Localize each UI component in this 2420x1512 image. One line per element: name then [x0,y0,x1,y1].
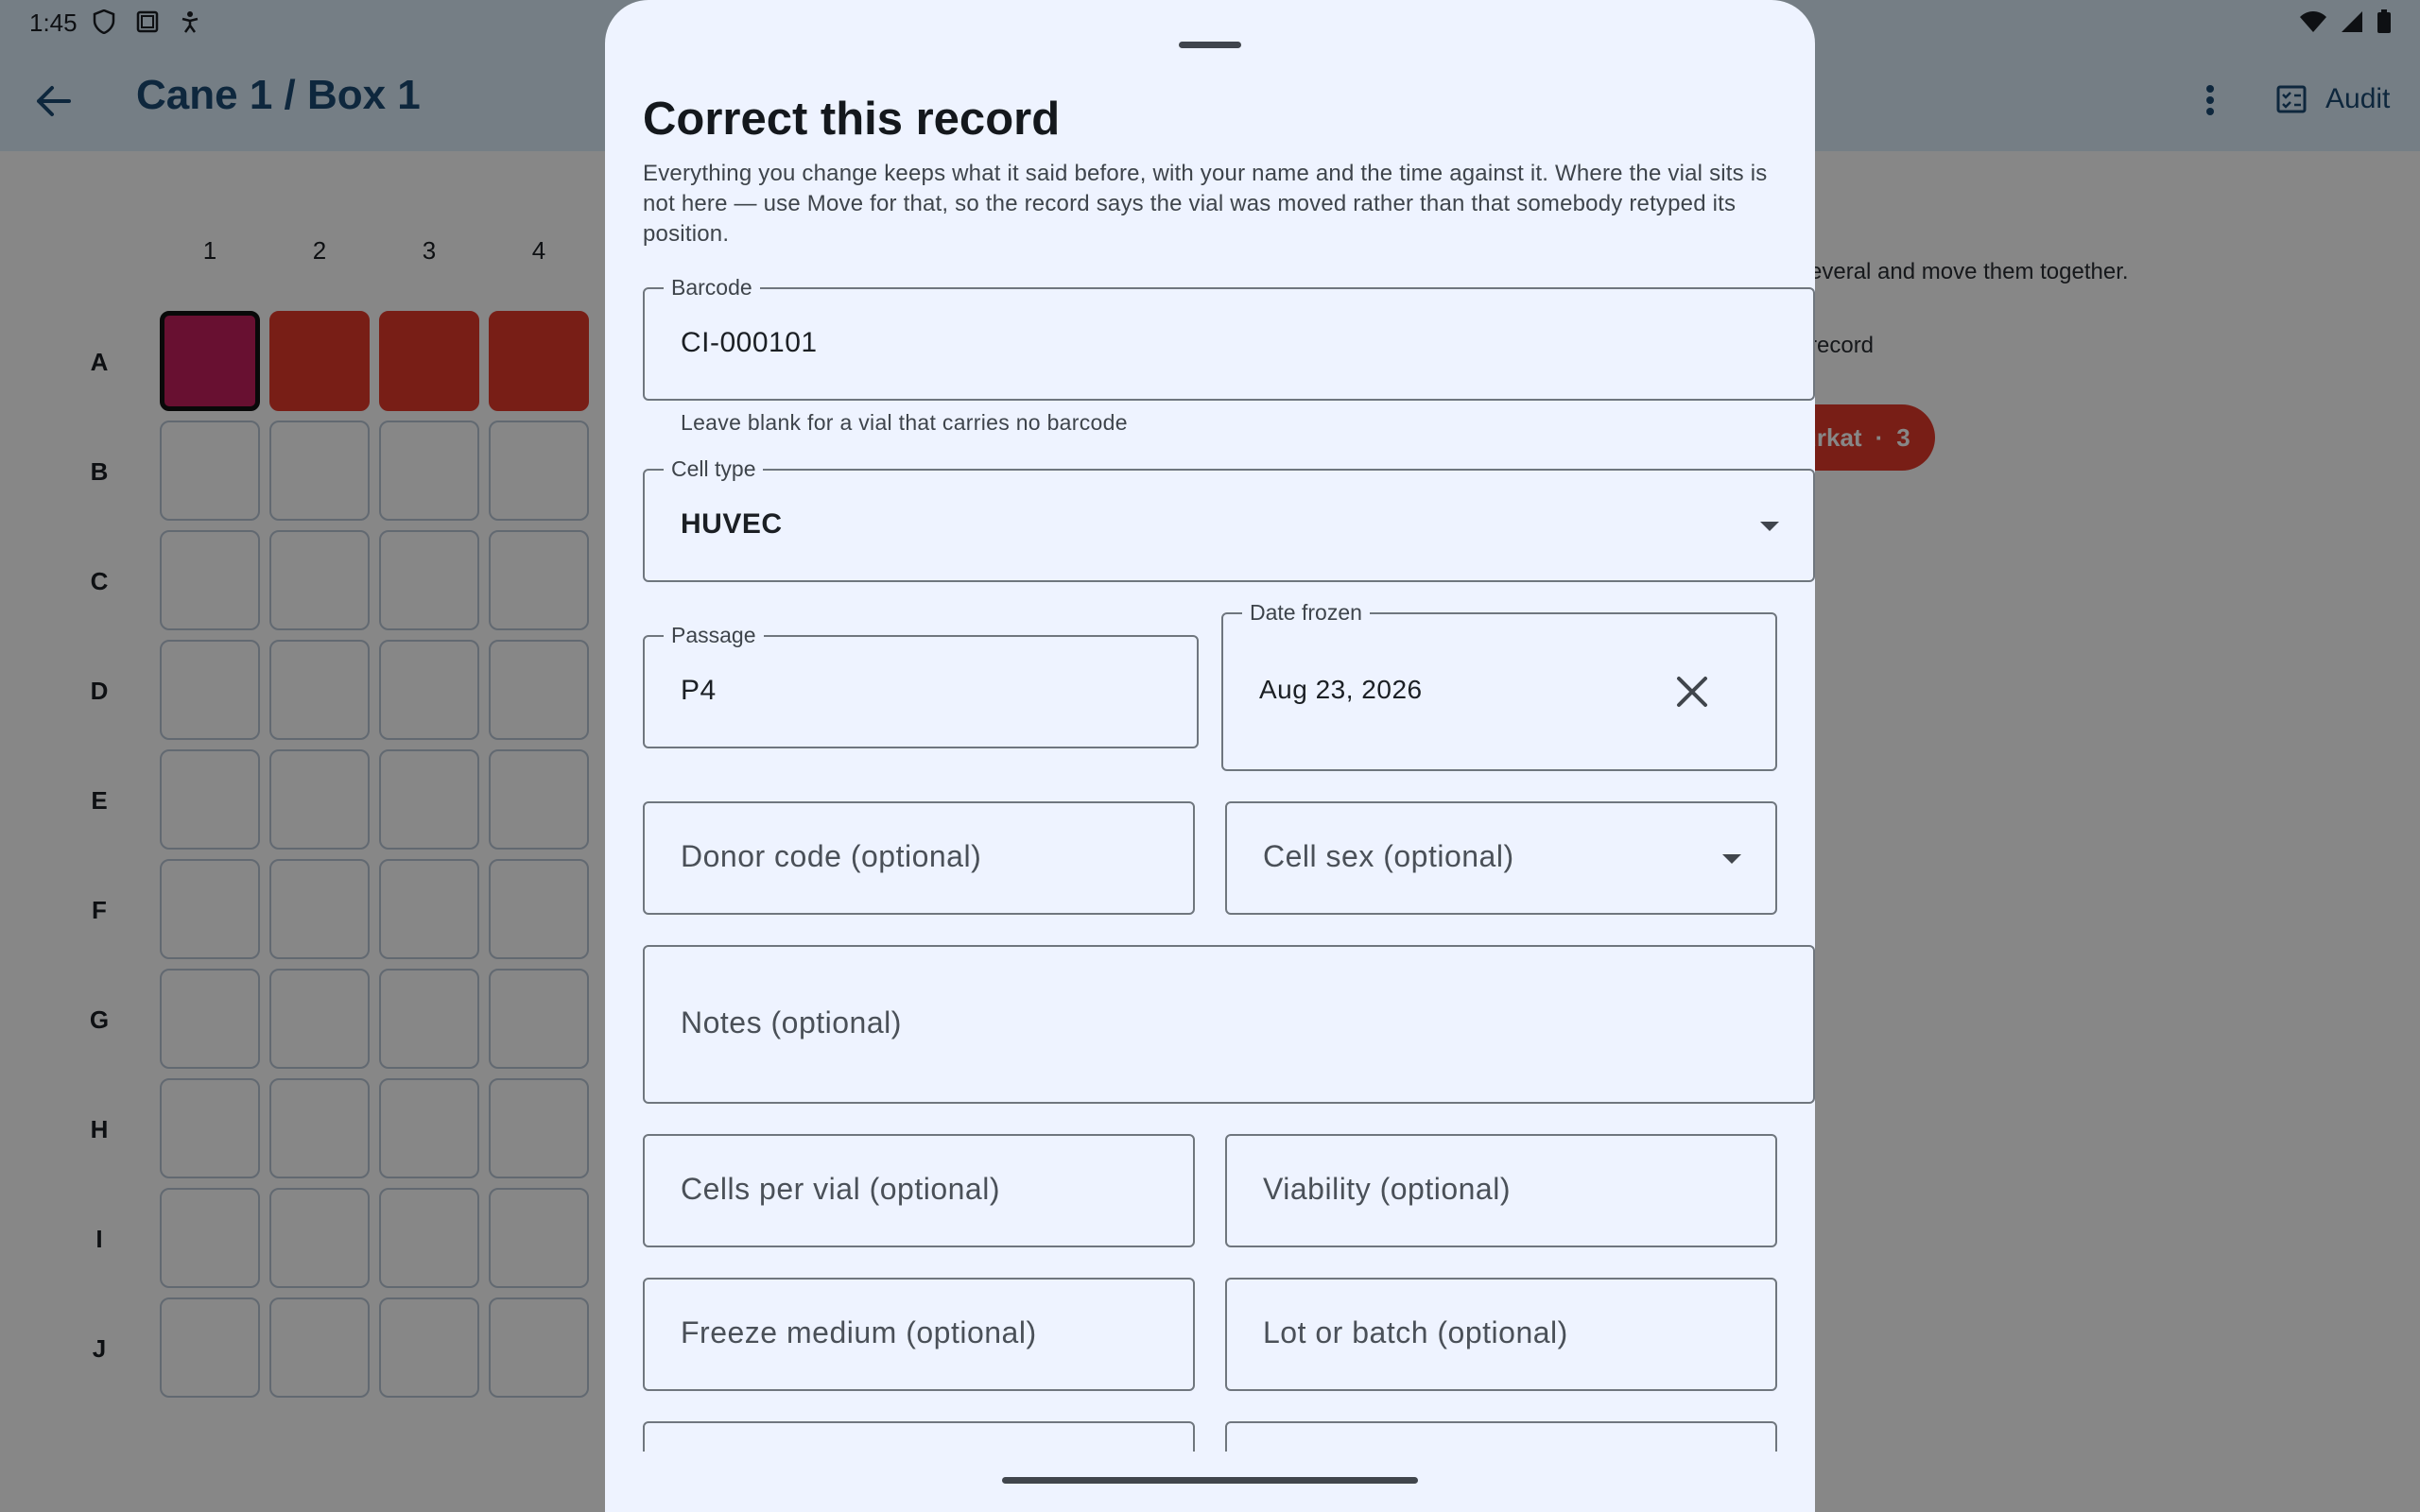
sheet-description: Everything you change keeps what it said… [643,161,1768,247]
date-frozen-label: Date frozen [1242,600,1370,625]
next-field-left[interactable] [643,1421,1195,1452]
home-indicator [1002,1477,1418,1484]
drag-handle[interactable] [1179,42,1241,48]
viability-placeholder: Viability (optional) [1263,1172,1511,1206]
barcode-label: Barcode [664,275,760,300]
date-frozen-value: Aug 23, 2026 [1259,675,1423,704]
cell-type-value: HUVEC [681,508,783,540]
barcode-field[interactable]: Barcode CI-000101 [643,275,1815,401]
notes-placeholder: Notes (optional) [681,1005,902,1040]
barcode-helper-text: Leave blank for a vial that carries no b… [681,410,1128,435]
barcode-value: CI-000101 [681,327,818,358]
cell-sex-placeholder: Cell sex (optional) [1263,839,1514,873]
lot-batch-field[interactable]: Lot or batch (optional) [1225,1278,1777,1391]
notes-field[interactable]: Notes (optional) [643,945,1815,1104]
cell-type-label: Cell type [664,456,764,481]
donor-code-placeholder: Donor code (optional) [681,839,982,873]
date-frozen-field[interactable]: Date frozen Aug 23, 2026 [1221,600,1777,771]
freeze-medium-placeholder: Freeze medium (optional) [681,1315,1037,1349]
viability-field[interactable]: Viability (optional) [1225,1134,1777,1247]
donor-code-field[interactable]: Donor code (optional) [643,801,1195,915]
lot-batch-placeholder: Lot or batch (optional) [1263,1315,1568,1349]
dropdown-arrow-icon [1760,522,1779,531]
cell-sex-dropdown[interactable]: Cell sex (optional) [1225,801,1777,915]
cells-per-vial-field[interactable]: Cells per vial (optional) [643,1134,1195,1247]
cell-type-dropdown[interactable]: Cell type HUVEC [643,456,1815,582]
next-row-clip [605,1421,1815,1452]
close-icon[interactable] [1675,675,1709,709]
cells-per-vial-placeholder: Cells per vial (optional) [681,1172,1000,1206]
passage-label: Passage [664,623,764,647]
passage-value: P4 [681,675,717,706]
freeze-medium-field[interactable]: Freeze medium (optional) [643,1278,1195,1391]
sheet-title: Correct this record [643,94,1061,145]
next-field-right[interactable] [1225,1421,1777,1452]
passage-field[interactable]: Passage P4 [643,623,1199,748]
dropdown-arrow-icon [1722,854,1741,864]
correct-record-sheet: Correct this record Everything you chang… [605,0,1815,1512]
